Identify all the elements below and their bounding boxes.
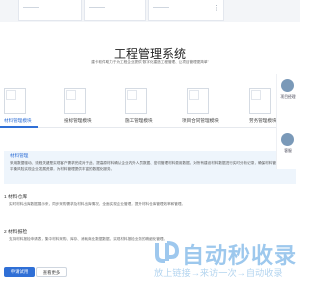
active-tab-indicator: [0, 126, 38, 128]
image-placeholder-icon: [251, 90, 261, 100]
section-heading: 2 材料报检: [4, 230, 28, 235]
tab-bidding[interactable]: 投标管理模块: [64, 118, 92, 124]
module-card-contracts[interactable]: [187, 88, 209, 114]
image-placeholder-icon: [6, 90, 16, 100]
tab-labor[interactable]: 劳务管理模块: [249, 118, 277, 124]
page-subtitle: 建卡软件助力于为工程企业提供“数字化建造工程管理、让项目管理更简单”: [91, 60, 209, 64]
side-label-service[interactable]: 客服: [276, 149, 300, 154]
tab-contracts[interactable]: 项目合同管理模块: [182, 118, 219, 124]
image-placeholder-icon: [66, 90, 76, 100]
section-heading: 1 材料仓库: [4, 195, 28, 200]
more-vertical-icon[interactable]: ⋮: [213, 5, 220, 12]
overview-label: 材料管理: [10, 153, 29, 158]
module-card-labor[interactable]: [249, 88, 271, 114]
top-card[interactable]: [18, 0, 82, 21]
watermark-subtitle: 放上链接→来访一次→自动收录: [154, 268, 283, 278]
avatar[interactable]: [281, 133, 294, 146]
image-placeholder-icon: [127, 90, 137, 100]
tab-divider: [0, 127, 300, 128]
module-card-bidding[interactable]: [64, 88, 86, 114]
apply-trial-button[interactable]: 申请试用: [4, 267, 35, 277]
image-placeholder-icon: [189, 90, 199, 100]
module-card-construction[interactable]: [125, 88, 147, 114]
section-text: 实时材料出库数据展示来，同步采购需求及材料出库情况，全面实现企业管理，提升材料仓…: [9, 202, 186, 206]
placeholder-line: [89, 7, 105, 8]
overview-panel: 材料管理 采用数据驱动、流程关键是实现客户需求完成对于此、提高原材料确认企业内外…: [4, 151, 296, 184]
avatar[interactable]: [281, 79, 294, 92]
tab-materials[interactable]: 材料管理模块: [4, 118, 32, 124]
placeholder-line: [153, 7, 169, 8]
tab-construction[interactable]: 施工管理模块: [125, 118, 153, 124]
placeholder-line: [23, 7, 39, 8]
side-label-manager[interactable]: 项目经理: [276, 95, 300, 100]
view-more-button[interactable]: 查看更多: [36, 267, 67, 277]
top-card[interactable]: ⋮: [148, 0, 224, 21]
top-card-strip: ⋮: [0, 0, 300, 22]
module-card-materials[interactable]: [4, 88, 26, 114]
top-card[interactable]: [84, 0, 146, 21]
watermark-logo-icon: [155, 241, 179, 263]
overview-text: 采用数据驱动、流程关键是实现客户需求完成对于此、提高原材料确认企业内外人员数据、…: [10, 161, 291, 171]
